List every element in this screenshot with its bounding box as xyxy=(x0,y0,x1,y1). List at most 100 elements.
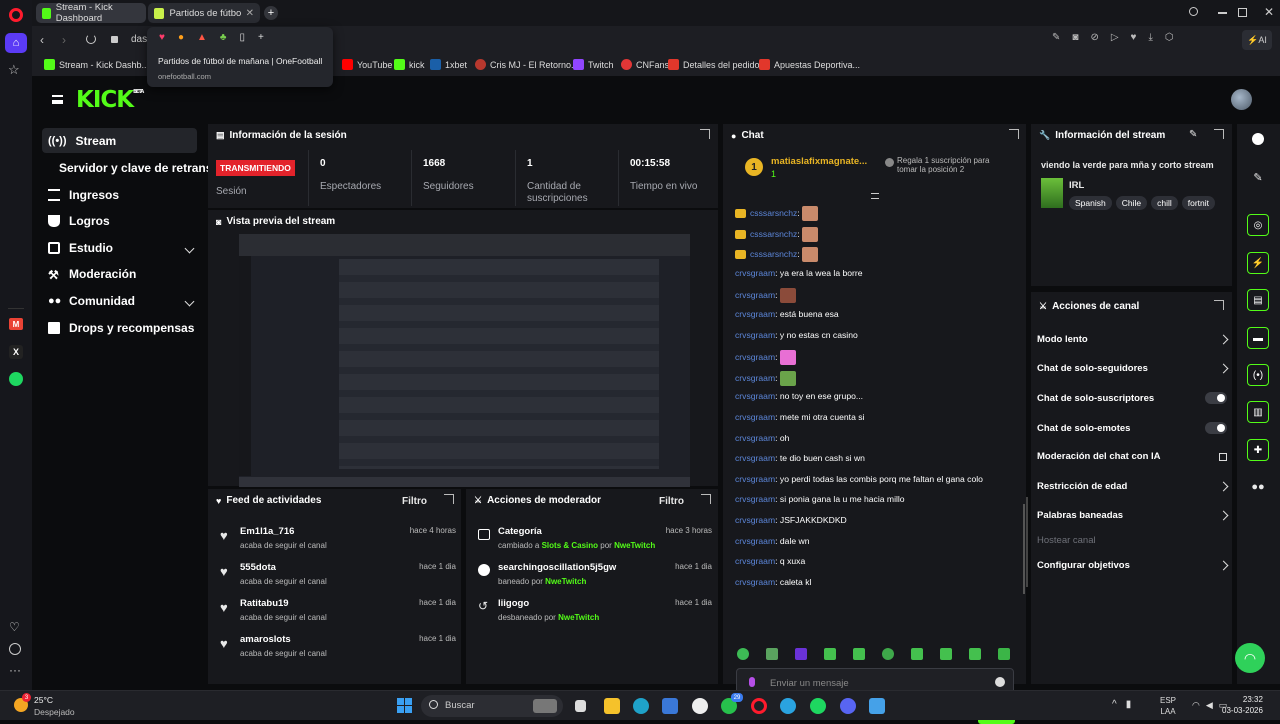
nav-item-estudio[interactable]: Estudio xyxy=(48,241,195,255)
camera-icon[interactable]: ◙ xyxy=(1072,32,1078,43)
tag[interactable]: Spanish xyxy=(1069,196,1112,210)
emoji-icon[interactable] xyxy=(995,677,1005,687)
emote-icon[interactable] xyxy=(998,648,1010,660)
chat-username[interactable]: crvsgraam xyxy=(735,268,775,278)
chat-username[interactable]: crvsgraam xyxy=(735,309,775,319)
chat-username[interactable]: crvsgraam xyxy=(735,391,775,401)
action-slow-mode[interactable]: Modo lento xyxy=(1037,334,1229,345)
chat-emote-icon[interactable] xyxy=(802,226,819,242)
chat-emote-icon[interactable] xyxy=(779,350,796,366)
edit-icon[interactable]: ✎ xyxy=(1189,129,1197,140)
store-icon[interactable] xyxy=(662,698,678,714)
chat-username[interactable]: crvsgraam xyxy=(735,536,775,546)
bookmark-apuestas[interactable]: Apuestas Deportiva... xyxy=(759,59,860,70)
expand-icon[interactable] xyxy=(1214,129,1224,139)
emotes-only-toggle[interactable] xyxy=(1205,422,1227,434)
chat-emote-icon[interactable] xyxy=(802,206,819,221)
file-explorer-icon[interactable] xyxy=(604,698,620,714)
fire-icon[interactable]: ● xyxy=(178,32,184,43)
emote-icon[interactable] xyxy=(853,648,865,660)
book-icon[interactable]: ▯ xyxy=(239,32,245,43)
opera-icon[interactable] xyxy=(751,698,767,714)
minimize-icon[interactable] xyxy=(1218,12,1227,14)
history-icon[interactable] xyxy=(9,643,21,655)
emote-icon[interactable] xyxy=(795,648,807,660)
triangle-icon[interactable]: ▲ xyxy=(197,32,207,43)
expand-icon[interactable] xyxy=(1214,300,1224,310)
new-tab-icon[interactable]: + xyxy=(264,6,278,20)
expand-icon[interactable] xyxy=(700,129,710,139)
heart-icon[interactable]: ♥ xyxy=(1131,32,1137,43)
mod-by[interactable]: NweTwitch xyxy=(558,613,599,622)
action-banned-words[interactable]: Palabras baneadas xyxy=(1037,510,1229,521)
clock[interactable]: 23:32 03-03-2026 xyxy=(1222,694,1263,716)
filter-button[interactable]: Filtro xyxy=(659,496,684,507)
x-twitter-icon[interactable]: X xyxy=(9,345,23,359)
home-icon[interactable]: ⌂ xyxy=(5,33,27,53)
emote-icon[interactable] xyxy=(882,648,894,660)
chat-scrollbar[interactable] xyxy=(1023,504,1025,594)
opera-logo-icon[interactable] xyxy=(9,8,23,22)
chat-username[interactable]: crvsgraam xyxy=(735,330,775,340)
language-indicator[interactable]: ESP LAA xyxy=(1160,695,1176,717)
quick-action-3[interactable]: ▤ xyxy=(1244,287,1272,313)
extensions-icon[interactable]: ⬡ xyxy=(1165,32,1174,43)
back-icon[interactable]: ‹ xyxy=(40,33,44,47)
emote-icon[interactable] xyxy=(969,648,981,660)
quick-action-7[interactable]: ✚ xyxy=(1244,437,1272,463)
discord-icon[interactable] xyxy=(840,698,856,714)
chevron-up-icon[interactable]: ^ xyxy=(1112,699,1117,710)
hamburger-icon[interactable] xyxy=(52,95,63,104)
emote-icon[interactable] xyxy=(824,648,836,660)
chat-username[interactable]: csssarsnchz xyxy=(750,208,797,218)
bookmark-twitch[interactable]: Twitch xyxy=(573,59,614,70)
emote-icon[interactable] xyxy=(737,648,749,660)
expand-icon[interactable] xyxy=(701,494,711,504)
info-button[interactable] xyxy=(1244,126,1272,152)
mic-icon[interactable] xyxy=(749,677,755,687)
bookmark-cris-mj[interactable]: Cris MJ - El Retorno... xyxy=(475,59,579,70)
chat-username[interactable]: crvsgraam xyxy=(735,577,775,587)
tab-onefootball[interactable]: Partidos de fútbol de ✕ xyxy=(148,3,260,23)
shield-icon[interactable]: ⊘ xyxy=(1090,32,1098,43)
nav-item-servidor[interactable]: Servidor y clave de retransm xyxy=(59,161,223,175)
chat-username[interactable]: crvsgraam xyxy=(735,515,775,525)
mod-by[interactable]: NweTwitch xyxy=(545,577,586,586)
telegram-icon[interactable] xyxy=(780,698,796,714)
chat-username[interactable]: crvsgraam xyxy=(735,494,775,504)
ai-button[interactable]: ⚡ AI xyxy=(1242,30,1272,50)
mod-category[interactable]: Slots & Casino xyxy=(542,541,598,550)
edge-icon[interactable] xyxy=(633,698,649,714)
emote-icon[interactable] xyxy=(940,648,952,660)
bookmark-1xbet[interactable]: 1xbet xyxy=(430,59,467,70)
plant-icon[interactable]: ♣ xyxy=(220,32,227,43)
emote-icon[interactable] xyxy=(766,648,778,660)
bookmark-pedido[interactable]: Detalles del pedido xyxy=(668,59,760,70)
nav-item-logros[interactable]: Logros xyxy=(48,214,110,228)
chat-username[interactable]: csssarsnchz xyxy=(750,249,797,259)
close-tab-icon[interactable]: ✕ xyxy=(246,8,254,19)
star-icon[interactable]: ☆ xyxy=(8,62,20,78)
tag[interactable]: fortnit xyxy=(1181,196,1216,210)
bookmark-kick[interactable]: kick xyxy=(394,59,425,70)
task-view-icon[interactable] xyxy=(575,700,586,712)
spotify-icon[interactable] xyxy=(810,698,826,714)
bookmark-cnfans[interactable]: CNFans xyxy=(621,59,669,70)
top-user[interactable]: matiaslafixmagnate... xyxy=(771,156,867,167)
chat-username[interactable]: crvsgraam xyxy=(735,556,775,566)
github-icon[interactable] xyxy=(692,698,708,714)
panel-scrollbar[interactable] xyxy=(1026,497,1028,587)
reload-icon[interactable] xyxy=(86,34,96,44)
tab-kick-dashboard[interactable]: Stream - Kick Dashboard xyxy=(36,2,146,24)
nav-item-stream[interactable]: ((•)) Stream xyxy=(48,134,116,148)
quick-action-2[interactable]: ⚡ xyxy=(1244,250,1272,276)
taskbar-search[interactable]: Buscar xyxy=(421,695,563,717)
expand-icon[interactable] xyxy=(1009,129,1019,139)
chat-emote-icon[interactable] xyxy=(779,288,796,304)
quick-action-6[interactable]: ▥ xyxy=(1244,399,1272,425)
search-tabs-icon[interactable] xyxy=(1189,7,1198,16)
chat-username[interactable]: crvsgraam xyxy=(735,290,775,300)
edit-icon[interactable]: ✎ xyxy=(1052,32,1060,43)
expand-icon[interactable] xyxy=(444,494,454,504)
chat-emote-icon[interactable] xyxy=(779,370,796,386)
